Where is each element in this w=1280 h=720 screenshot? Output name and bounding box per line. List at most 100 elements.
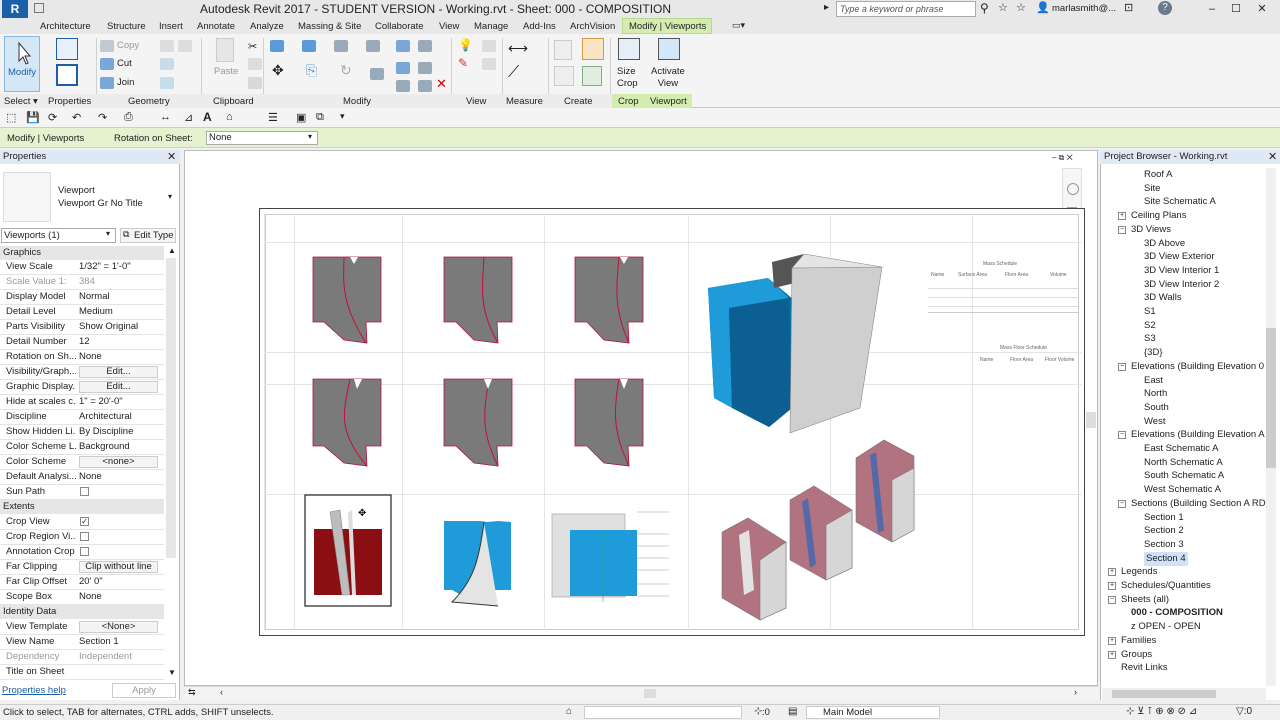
tab-annotate[interactable]: Annotate <box>197 21 235 32</box>
browser-h-scrollbar[interactable] <box>1102 688 1266 700</box>
offset-icon[interactable] <box>302 40 316 52</box>
measure-icon[interactable]: ⟷ <box>508 40 528 57</box>
undo-icon[interactable]: ↶ <box>72 111 81 124</box>
browser-item[interactable]: 000 - COMPOSITION <box>1104 606 1266 620</box>
property-row[interactable]: Default Analysi... None <box>0 470 164 485</box>
cart-icon[interactable]: ⊡ <box>1124 1 1133 14</box>
property-value[interactable]: Background <box>79 441 161 452</box>
search-arrow-icon[interactable]: ▸ <box>824 2 829 13</box>
plan-viewport-3[interactable] <box>574 256 644 344</box>
browser-item[interactable]: North <box>1104 387 1266 401</box>
property-value[interactable]: Medium <box>79 306 161 317</box>
property-checkbox[interactable] <box>80 547 89 556</box>
property-row[interactable]: Color Scheme <none> <box>0 455 164 470</box>
close-properties-icon[interactable]: ✕ <box>167 150 176 163</box>
browser-item[interactable]: Section 3 <box>1104 538 1266 552</box>
view-control-icon[interactable]: ⇆ <box>188 687 196 698</box>
type-name[interactable]: Viewport <box>58 185 95 196</box>
section-viewport-2[interactable] <box>444 521 511 607</box>
star-icon[interactable]: ☆ <box>998 1 1008 14</box>
activate-view-button[interactable]: Activate View <box>648 38 692 90</box>
quick-access-icons[interactable] <box>34 3 184 15</box>
tab-modify-viewports[interactable]: Modify | Viewports <box>629 21 706 32</box>
property-checkbox[interactable]: ✓ <box>80 517 89 526</box>
default-3d-icon[interactable]: ⌂ <box>226 111 233 123</box>
property-value[interactable]: 20' 0" <box>79 576 161 587</box>
browser-item[interactable]: −3D Views <box>1104 223 1266 237</box>
browser-item[interactable]: Section 4 <box>1104 551 1266 566</box>
property-value[interactable]: None <box>79 471 161 482</box>
property-value[interactable]: 1/32" = 1'-0" <box>79 261 161 272</box>
browser-item[interactable]: + Schedules/Quantities <box>1104 579 1266 593</box>
cut-icon[interactable] <box>100 58 114 70</box>
copy-icon[interactable]: ⎘ <box>306 62 317 79</box>
property-value[interactable]: Normal <box>79 291 161 302</box>
plan-viewport-4[interactable] <box>312 378 382 467</box>
delete-icon[interactable]: ✕ <box>436 76 447 92</box>
expand-icon[interactable]: + <box>1108 568 1116 577</box>
browser-item[interactable]: South Schematic A <box>1104 469 1266 483</box>
browser-item[interactable]: + Families <box>1104 634 1266 648</box>
plan-viewport-5[interactable] <box>443 378 513 467</box>
property-row[interactable]: Dependency Independent <box>0 650 164 665</box>
property-row[interactable]: Color Scheme L... Background <box>0 440 164 455</box>
parts-icon[interactable] <box>582 66 602 86</box>
tab-structure[interactable]: Structure <box>107 21 146 32</box>
axonometric-piece-3[interactable] <box>855 439 915 543</box>
similar-icon[interactable] <box>582 38 604 60</box>
properties-button[interactable] <box>52 38 82 88</box>
browser-item[interactable]: Section 1 <box>1104 511 1266 525</box>
property-value[interactable]: Show Original <box>79 321 161 332</box>
worksets-icon[interactable]: ⌂ <box>566 706 572 717</box>
property-row[interactable]: Graphic Display... Edit... <box>0 380 164 395</box>
copy-clip-icon[interactable] <box>248 58 262 70</box>
property-row[interactable]: Parts Visibility Show Original <box>0 320 164 335</box>
browser-item[interactable]: − Elevations (Building Elevation 0 <box>1104 360 1266 374</box>
property-value[interactable]: <None> <box>79 621 158 633</box>
property-value[interactable]: 12 <box>79 336 161 347</box>
tab-architecture[interactable]: Architecture <box>40 21 91 32</box>
scissors-icon[interactable]: ✂ <box>248 40 257 53</box>
browser-item[interactable]: Section 2 <box>1104 524 1266 538</box>
expand-icon[interactable]: + <box>1108 650 1116 659</box>
lightbulb-icon[interactable]: 💡 <box>458 38 473 52</box>
expand-icon[interactable]: + <box>1108 582 1116 590</box>
collapse-icon[interactable]: − <box>1118 225 1126 234</box>
browser-item[interactable]: + Groups <box>1104 648 1266 662</box>
browser-item[interactable]: + Legends <box>1104 565 1266 579</box>
tab-archvision[interactable]: ArchVision <box>570 21 615 32</box>
browser-item[interactable]: South <box>1104 401 1266 415</box>
text-icon[interactable]: A <box>203 110 212 124</box>
property-row[interactable]: View Template <None> <box>0 620 164 635</box>
scroll-down-icon[interactable]: ▼ <box>168 668 176 677</box>
tab-insert[interactable]: Insert <box>159 21 183 32</box>
trim-icon[interactable] <box>370 68 384 80</box>
property-row[interactable]: Detail Level Medium <box>0 305 164 320</box>
sync-icon[interactable]: ⟳ <box>48 111 57 124</box>
unpin-icon[interactable] <box>418 80 432 92</box>
browser-item[interactable]: North Schematic A <box>1104 456 1266 470</box>
modify-button[interactable]: Modify <box>4 36 40 92</box>
property-value[interactable]: 384 <box>79 276 161 287</box>
favorites-icon[interactable]: ☆ <box>1016 1 1026 14</box>
property-row[interactable]: Show Hidden Li... By Discipline <box>0 425 164 440</box>
maximize-button[interactable]: ☐ <box>1224 0 1248 18</box>
property-row[interactable]: Far Clipping Clip without line <box>0 560 164 575</box>
close-button[interactable]: ✕ <box>1250 0 1274 18</box>
join-icon[interactable] <box>100 77 114 89</box>
mirror-axis-icon[interactable] <box>334 40 348 52</box>
paint-icon[interactable]: ✎ <box>458 56 468 70</box>
browser-item[interactable]: + Ceiling Plans <box>1104 209 1266 223</box>
scroll-up-icon[interactable]: ▲ <box>168 246 176 255</box>
browser-item[interactable]: {3D} <box>1104 346 1266 360</box>
browser-item[interactable]: 3D Walls <box>1104 291 1266 305</box>
move-icon[interactable]: ✥ <box>272 62 284 79</box>
match-icon[interactable] <box>248 77 262 89</box>
rotate-icon[interactable]: ↻ <box>340 62 352 79</box>
split-icon[interactable] <box>396 40 410 52</box>
minimize-button[interactable]: – <box>1200 0 1224 18</box>
tab-massing-site[interactable]: Massing & Site <box>298 21 361 32</box>
expand-icon[interactable]: + <box>1118 212 1126 221</box>
collapse-icon[interactable]: − <box>1118 362 1126 371</box>
browser-item[interactable]: Roof A <box>1104 168 1266 182</box>
